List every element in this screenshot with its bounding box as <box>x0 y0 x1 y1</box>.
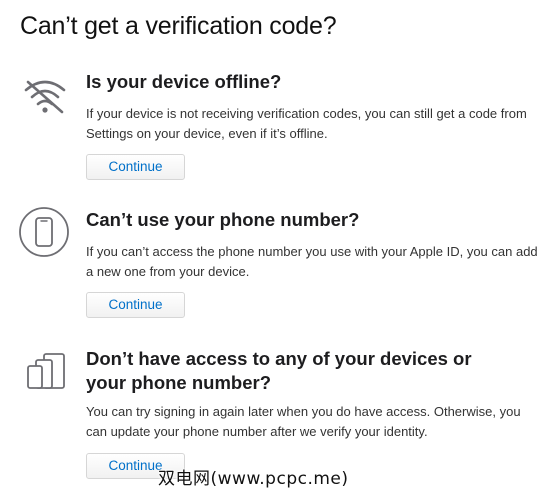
section-description: If your device is not receiving verifica… <box>86 106 527 141</box>
section-heading: Is your device offline? <box>86 71 282 92</box>
continue-button-offline[interactable]: Continue <box>86 154 185 180</box>
section-heading: Can’t use your phone number? <box>86 209 360 230</box>
devices-icon <box>22 350 74 402</box>
watermark: 双电网(www.pcpc.me) <box>158 469 349 489</box>
section-heading: Don’t have access to any of your devices… <box>86 348 472 393</box>
continue-button-phone[interactable]: Continue <box>86 292 185 318</box>
phone-icon <box>18 206 70 258</box>
verification-help-page: Can’t get a verification code? Is your d… <box>0 0 556 500</box>
wifi-off-icon <box>20 70 72 122</box>
section-description: You can try signing in again later when … <box>86 404 521 439</box>
section-description: If you can’t access the phone number you… <box>86 244 538 279</box>
page-title: Can’t get a verification code? <box>20 12 337 40</box>
